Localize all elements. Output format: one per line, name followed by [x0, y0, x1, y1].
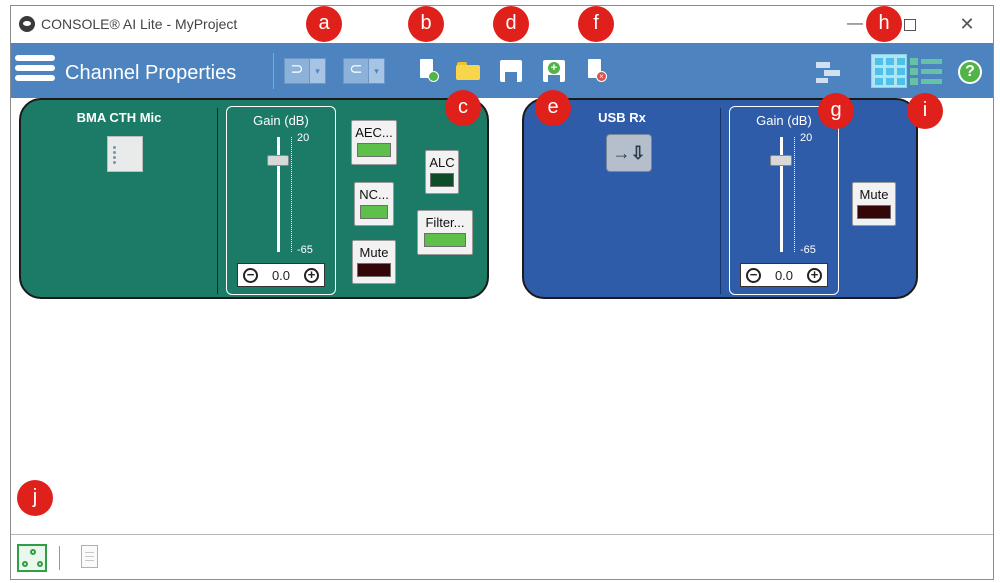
- minimize-button[interactable]: —: [843, 13, 867, 35]
- undo-dropdown[interactable]: ▾: [310, 58, 326, 84]
- app-window: CONSOLE® AI Lite - MyProject — ✕ Channel…: [10, 5, 994, 580]
- channel-card-usb: USB Rx →⇩ Gain (dB) 20 -65 − 0.0 + Mute: [522, 98, 918, 299]
- menu-icon[interactable]: [15, 55, 55, 87]
- gain-control: Gain (dB) 20 -65 − 0.0 +: [226, 106, 336, 295]
- gain-scale: [291, 137, 296, 252]
- gain-control: Gain (dB) 20 -65 − 0.0 +: [729, 106, 839, 295]
- document-icon[interactable]: [81, 545, 98, 568]
- gain-slider-thumb[interactable]: [267, 155, 289, 166]
- status-bar: [11, 534, 993, 579]
- channel-name: BMA CTH Mic: [76, 110, 162, 125]
- gain-label: Gain (dB): [253, 113, 309, 128]
- list-view-icon[interactable]: [910, 56, 942, 87]
- status-divider: [59, 546, 60, 570]
- callout-h: h: [866, 6, 902, 42]
- callout-j: j: [17, 480, 53, 516]
- nc-label: NC...: [359, 187, 389, 202]
- mute-label: Mute: [859, 187, 889, 202]
- card-divider: [217, 108, 218, 294]
- redo-dropdown[interactable]: ▾: [369, 58, 385, 84]
- callout-f: f: [578, 6, 614, 42]
- app-logo-icon: [19, 16, 35, 32]
- callout-g: g: [818, 93, 854, 129]
- save-as-icon[interactable]: +: [542, 59, 566, 83]
- gain-increase-button[interactable]: +: [303, 267, 319, 283]
- aec-label: AEC...: [355, 125, 393, 140]
- callout-d: d: [493, 6, 529, 42]
- network-icon[interactable]: [17, 544, 47, 572]
- card-divider: [720, 108, 721, 294]
- callout-c: c: [445, 90, 481, 126]
- gain-slider-thumb[interactable]: [770, 155, 792, 166]
- gain-decrease-button[interactable]: −: [746, 267, 761, 283]
- window-title: CONSOLE® AI Lite - MyProject: [41, 16, 238, 32]
- callout-a: a: [306, 6, 342, 42]
- grid-view-icon[interactable]: [871, 54, 907, 88]
- gain-increase-button[interactable]: +: [806, 267, 822, 283]
- gain-decrease-button[interactable]: −: [243, 267, 258, 283]
- filter-label: Filter...: [425, 215, 465, 230]
- channel-card-mic: BMA CTH Mic Gain (dB) 20 -65 − 0.0 + AEC…: [19, 98, 489, 299]
- aec-button[interactable]: AEC...: [351, 120, 397, 165]
- alc-label: ALC: [429, 155, 455, 170]
- toolbar-divider: [273, 53, 274, 89]
- redo-button[interactable]: ⊂: [343, 58, 369, 84]
- microphone-icon: [107, 136, 143, 172]
- undo-group: ⊃ ▾: [284, 58, 326, 84]
- new-project-icon[interactable]: [416, 59, 440, 83]
- close-button[interactable]: ✕: [955, 13, 979, 35]
- signal-routing-icon[interactable]: [816, 59, 840, 83]
- close-project-icon[interactable]: ×: [584, 59, 608, 83]
- filter-button[interactable]: Filter...: [417, 210, 473, 255]
- gain-max-label: 20: [297, 132, 310, 144]
- open-folder-icon[interactable]: [456, 59, 480, 83]
- mute-label: Mute: [359, 245, 389, 260]
- gain-max-label: 20: [800, 132, 813, 144]
- panel-title: Channel Properties: [65, 62, 237, 84]
- gain-value[interactable]: 0.0: [775, 268, 793, 283]
- gain-value[interactable]: 0.0: [272, 268, 290, 283]
- filter-led: [424, 233, 466, 247]
- callout-i: i: [907, 93, 943, 129]
- mute-button[interactable]: Mute: [352, 240, 396, 284]
- aec-led: [357, 143, 391, 157]
- undo-button[interactable]: ⊃: [284, 58, 310, 84]
- nc-button[interactable]: NC...: [354, 182, 394, 226]
- mute-button[interactable]: Mute: [852, 182, 896, 226]
- callout-b: b: [408, 6, 444, 42]
- toolbar: Channel Properties ⊃ ▾ ⊂ ▾ + × ?: [11, 43, 993, 98]
- gain-min-label: -65: [800, 244, 816, 256]
- save-icon[interactable]: [499, 59, 523, 83]
- gain-min-label: -65: [297, 244, 313, 256]
- mute-led: [357, 263, 391, 277]
- usb-icon: →⇩: [606, 134, 652, 172]
- nc-led: [360, 205, 388, 219]
- gain-stepper: − 0.0 +: [740, 263, 828, 287]
- alc-button[interactable]: ALC: [425, 150, 459, 194]
- redo-group: ⊂ ▾: [343, 58, 385, 84]
- callout-e: e: [535, 90, 571, 126]
- gain-stepper: − 0.0 +: [237, 263, 325, 287]
- help-icon[interactable]: ?: [958, 60, 982, 84]
- mute-led: [857, 205, 891, 219]
- alc-led: [430, 173, 454, 187]
- gain-scale: [794, 137, 799, 252]
